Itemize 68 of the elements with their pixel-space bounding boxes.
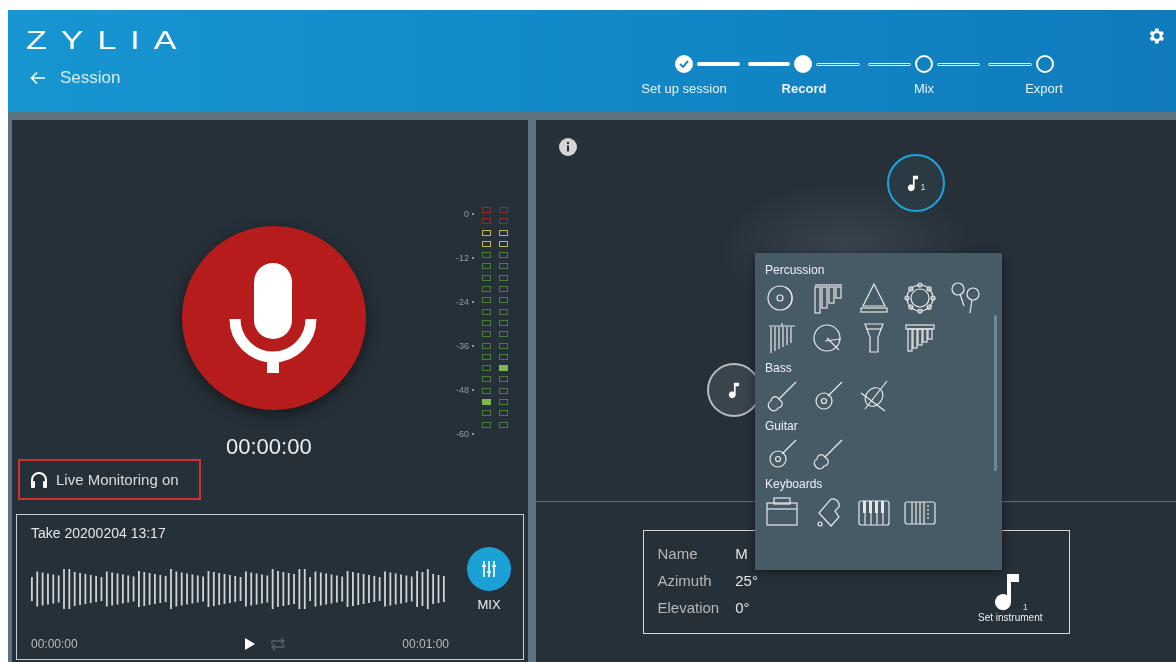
step-indicator[interactable]	[1036, 55, 1054, 73]
field-value: M	[735, 545, 749, 562]
instrument-option[interactable]	[765, 379, 799, 413]
step-label[interactable]: Export	[1025, 81, 1063, 96]
step-indicator[interactable]	[915, 55, 933, 73]
music-note-icon	[906, 174, 919, 192]
step-label[interactable]: Record	[781, 81, 827, 96]
tick-mark	[472, 301, 474, 303]
step-indicator[interactable]	[794, 55, 812, 73]
field-label: Azimuth	[657, 572, 713, 589]
field-label: Elevation	[657, 599, 720, 616]
electric-guitar-icon	[765, 379, 799, 413]
headphones-icon	[30, 470, 48, 489]
end-time: 00:01:00	[402, 637, 449, 651]
mix-button[interactable]	[467, 547, 511, 591]
triangle-icon	[857, 281, 891, 315]
back-arrow-icon[interactable]	[30, 71, 46, 85]
step-label[interactable]: Mix	[913, 81, 935, 96]
play-button[interactable]	[244, 637, 256, 651]
tick-mark	[472, 389, 474, 391]
live-monitoring-toggle[interactable]: Live Monitoring on	[18, 459, 201, 500]
meter-scale-label: -12	[456, 253, 469, 263]
scrollbar-thumb[interactable]	[994, 315, 997, 471]
mix-label: MIX	[477, 597, 501, 612]
meter-scale-label: 0	[464, 209, 469, 219]
xylophone-icon	[811, 281, 845, 315]
meter-scale-label: -60	[456, 429, 469, 439]
organ-icon	[765, 495, 799, 529]
instrument-option[interactable]	[903, 321, 937, 355]
instrument-option[interactable]	[949, 281, 983, 315]
tick-mark	[472, 213, 474, 215]
start-time: 00:00:00	[31, 637, 78, 651]
tambourine-icon	[903, 281, 937, 315]
field-label: Name	[657, 545, 699, 562]
meter-scale-label: -48	[456, 385, 469, 395]
tick-mark	[472, 345, 474, 347]
electric-guitar-icon	[811, 437, 845, 471]
instrument-option[interactable]	[903, 281, 937, 315]
live-monitoring-label: Live Monitoring on	[56, 471, 179, 488]
set-instrument-button[interactable]: 1 Set instrument	[978, 558, 1043, 623]
field-value: 25°	[735, 572, 758, 589]
logo: ZYLIA	[26, 26, 191, 47]
step-indicator[interactable]	[675, 55, 693, 73]
category-title: Keyboards	[765, 477, 824, 491]
instrument-option[interactable]	[811, 437, 845, 471]
sound-source-node[interactable]: 1	[887, 154, 945, 212]
info-icon[interactable]	[559, 138, 577, 156]
instrument-option[interactable]	[765, 495, 799, 529]
music-note-icon	[728, 381, 740, 399]
category-title: Bass	[765, 361, 793, 375]
take-title: Take 20200204 13:17	[31, 525, 167, 541]
recording-timer: 00:00:00	[226, 434, 312, 460]
meter-scale-label: -36	[456, 341, 469, 351]
field-value: 0°	[735, 599, 751, 616]
step-label[interactable]: Set up session	[641, 81, 727, 96]
meter-scale-label: -24	[456, 297, 469, 307]
instrument-option[interactable]	[857, 281, 891, 315]
sliders-icon	[480, 560, 498, 578]
maracas-icon	[949, 281, 983, 315]
marimba-icon	[903, 321, 937, 355]
instrument-option[interactable]	[811, 281, 845, 315]
category-title: Guitar	[765, 419, 799, 433]
microphone-icon	[229, 263, 319, 373]
back-label[interactable]: Session	[60, 68, 121, 88]
music-note-icon	[992, 572, 1021, 612]
tick-mark	[472, 257, 474, 259]
category-title: Percussion	[765, 263, 826, 277]
tick-mark	[472, 433, 474, 435]
